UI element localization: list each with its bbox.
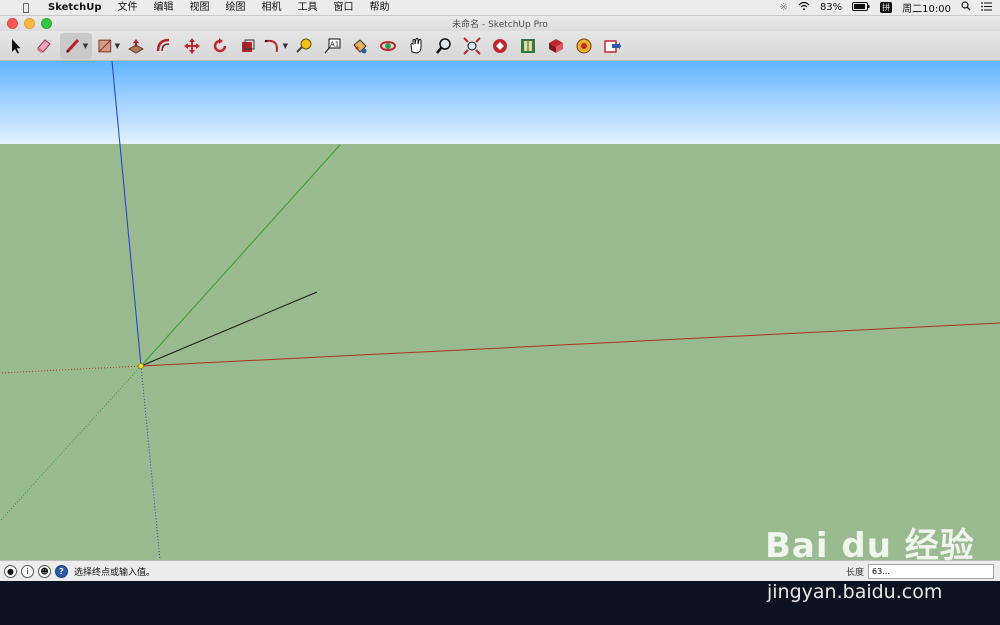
battery-percent: 83% <box>819 2 843 13</box>
z-axis-positive <box>111 61 142 367</box>
offset-tool-icon[interactable] <box>152 33 176 59</box>
pan-tool-icon[interactable] <box>404 33 428 59</box>
desktop-background <box>0 581 1000 625</box>
close-window-button[interactable] <box>7 18 18 29</box>
menu-window[interactable]: 窗口 <box>325 0 361 15</box>
axes-layer <box>0 61 1000 560</box>
menu-file[interactable]: 文件 <box>109 0 145 15</box>
menu-draw[interactable]: 绘图 <box>217 0 253 15</box>
select-tool-icon[interactable] <box>4 33 28 59</box>
extension-manager-icon[interactable] <box>572 33 596 59</box>
origin-point[interactable] <box>138 363 144 369</box>
wifi-icon[interactable] <box>798 1 810 14</box>
zoom-tool-icon[interactable] <box>432 33 456 59</box>
measurements-box: 长度 <box>846 564 994 579</box>
line-tool-icon[interactable]: ▼ <box>60 32 92 59</box>
paint-bucket-tool-icon[interactable] <box>348 33 372 59</box>
tool-bar: ▼ ▼ ▼ A1 <box>0 31 1000 61</box>
x-axis-positive <box>140 322 1000 367</box>
y-axis-positive <box>140 144 341 367</box>
move-tool-icon[interactable] <box>180 33 204 59</box>
svg-text:A1: A1 <box>330 40 339 48</box>
minimize-window-button[interactable] <box>24 18 35 29</box>
spotlight-search-icon[interactable] <box>961 1 971 14</box>
push-pull-tool-icon[interactable] <box>124 33 148 59</box>
model-viewport[interactable] <box>0 61 1000 560</box>
scale-tool-icon[interactable] <box>236 33 260 59</box>
status-hint: 选择终点或输入值。 <box>74 568 156 578</box>
user-account-icon[interactable]: ☻ <box>38 565 51 578</box>
extension-warehouse-icon[interactable] <box>516 33 540 59</box>
3d-warehouse-icon[interactable] <box>488 33 512 59</box>
clock[interactable]: 周二10:00 <box>902 0 951 15</box>
zoom-extents-tool-icon[interactable] <box>460 33 484 59</box>
geo-location-icon[interactable]: ● <box>4 565 17 578</box>
tape-measure-tool-icon[interactable] <box>292 33 316 59</box>
menu-view[interactable]: 视图 <box>181 0 217 15</box>
eraser-tool-icon[interactable] <box>32 33 56 59</box>
credits-icon[interactable]: i <box>21 565 34 578</box>
drawn-line[interactable] <box>140 291 318 367</box>
zoom-window-button[interactable] <box>41 18 52 29</box>
measurements-label: 长度 <box>845 568 864 578</box>
notification-center-icon[interactable] <box>981 1 992 14</box>
layout-icon[interactable] <box>544 33 568 59</box>
window-title: 未命名 - SketchUp Pro <box>452 20 548 30</box>
bluetooth-icon[interactable]: ※ <box>780 2 788 13</box>
menu-camera[interactable]: 相机 <box>253 0 289 15</box>
arc-tool-icon[interactable]: ▼ <box>264 33 288 59</box>
menu-bar:  SketchUp 文件 编辑 视图 绘图 相机 工具 窗口 帮助 ※ 83%… <box>0 0 1000 16</box>
rotate-tool-icon[interactable] <box>208 33 232 59</box>
window-titlebar: 未命名 - SketchUp Pro <box>0 16 1000 31</box>
instructor-help-icon[interactable]: ? <box>55 565 68 578</box>
rectangle-tool-icon[interactable]: ▼ <box>96 33 120 59</box>
battery-icon[interactable] <box>852 1 870 14</box>
menu-edit[interactable]: 编辑 <box>145 0 181 15</box>
status-bar: ● i ☻ ? 选择终点或输入值。 长度 <box>0 560 1000 582</box>
input-method-icon[interactable]: 拼 <box>880 2 893 13</box>
app-menu[interactable]: SketchUp <box>40 0 109 15</box>
menu-help[interactable]: 帮助 <box>361 0 397 15</box>
y-axis-negative <box>0 365 142 522</box>
text-tool-icon[interactable]: A1 <box>320 33 344 59</box>
send-to-layout-icon[interactable] <box>600 33 624 59</box>
x-axis-negative <box>0 365 142 374</box>
measurements-input[interactable] <box>868 564 994 579</box>
menu-tools[interactable]: 工具 <box>289 0 325 15</box>
apple-menu-icon[interactable]:  <box>12 0 40 15</box>
orbit-tool-icon[interactable] <box>376 33 400 59</box>
z-axis-negative <box>140 365 161 560</box>
